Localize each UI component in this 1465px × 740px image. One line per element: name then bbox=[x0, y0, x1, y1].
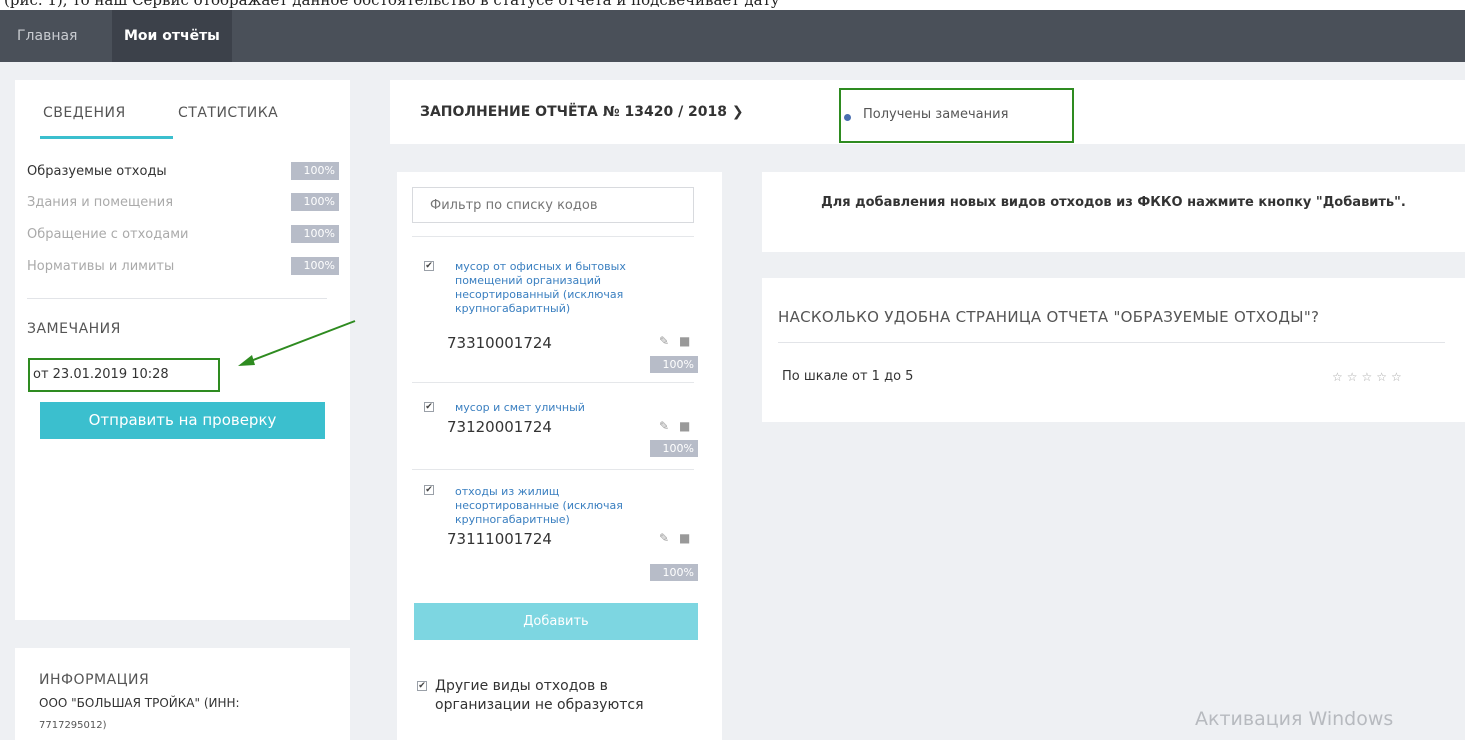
waste-name-link[interactable]: мусор от офисных и бытовых помещений орг… bbox=[455, 260, 655, 316]
organization-inn: 7717295012) bbox=[39, 720, 107, 731]
trash-icon[interactable]: ■ bbox=[679, 334, 690, 348]
waste-name-link[interactable]: мусор и смет уличный bbox=[455, 401, 655, 415]
trash-icon[interactable]: ■ bbox=[679, 419, 690, 433]
top-navbar: Главная Мои отчёты bbox=[0, 10, 1465, 62]
section-generated-waste[interactable]: Образуемые отходы 100% bbox=[27, 162, 339, 182]
add-hint-text: Для добавления новых видов отходов из ФК… bbox=[821, 195, 1406, 210]
section-label: Образуемые отходы bbox=[27, 164, 167, 179]
progress-badge: 100% bbox=[650, 564, 698, 581]
document-caption-strip: (рис. 1), то наш Сервис отображает данно… bbox=[0, 0, 1465, 10]
report-header: ЗАПОЛНЕНИЕ ОТЧЁТА № 13420 / 2018 ❯ Получ… bbox=[390, 80, 1465, 144]
progress-badge: 100% bbox=[291, 162, 339, 180]
trash-icon[interactable]: ■ bbox=[679, 531, 690, 545]
annotation-arrow bbox=[238, 320, 356, 366]
active-tab-indicator bbox=[40, 136, 173, 139]
survey-question: НАСКОЛЬКО УДОБНА СТРАНИЦА ОТЧЕТА "ОБРАЗУ… bbox=[778, 308, 1320, 326]
document-caption: (рис. 1), то наш Сервис отображает данно… bbox=[4, 0, 780, 9]
waste-code: 73310001724 bbox=[447, 334, 552, 352]
pencil-icon[interactable]: ✎ bbox=[659, 334, 669, 348]
star-rating[interactable]: ☆☆☆☆☆ bbox=[1332, 370, 1406, 384]
progress-badge: 100% bbox=[291, 257, 339, 275]
progress-badge: 100% bbox=[291, 193, 339, 211]
other-waste-label: Другие виды отходов в организации не обр… bbox=[435, 678, 644, 713]
divider bbox=[412, 469, 694, 470]
tab-info[interactable]: СВЕДЕНИЯ bbox=[43, 105, 126, 121]
pencil-icon[interactable]: ✎ bbox=[659, 531, 669, 545]
survey-scale-label: По шкале от 1 до 5 bbox=[782, 369, 914, 384]
divider bbox=[412, 236, 694, 237]
item-checkbox[interactable]: ✔ bbox=[424, 485, 434, 495]
waste-code: 73111001724 bbox=[447, 530, 552, 548]
progress-badge: 100% bbox=[291, 225, 339, 243]
progress-badge: 100% bbox=[650, 356, 698, 373]
section-label: Нормативы и лимиты bbox=[27, 259, 175, 274]
code-filter-input[interactable] bbox=[412, 187, 694, 223]
section-waste-handling[interactable]: Обращение с отходами 100% bbox=[27, 225, 339, 245]
nav-my-reports[interactable]: Мои отчёты bbox=[112, 10, 232, 62]
waste-code: 73120001724 bbox=[447, 418, 552, 436]
section-label: Здания и помещения bbox=[27, 195, 174, 210]
progress-badge: 100% bbox=[650, 440, 698, 457]
status-dot-icon bbox=[844, 114, 851, 121]
chevron-down-icon: ❯ bbox=[731, 104, 744, 120]
section-buildings[interactable]: Здания и помещения 100% bbox=[27, 193, 339, 213]
nav-home[interactable]: Главная bbox=[8, 10, 86, 62]
section-norms-limits[interactable]: Нормативы и лимиты 100% bbox=[27, 257, 339, 277]
waste-codes-panel: ✔ мусор от офисных и бытовых помещений о… bbox=[397, 172, 722, 740]
divider bbox=[412, 382, 694, 383]
send-for-review-button[interactable]: Отправить на проверку bbox=[40, 402, 325, 439]
tab-statistics[interactable]: СТАТИСТИКА bbox=[178, 105, 278, 121]
item-checkbox[interactable]: ✔ bbox=[424, 261, 434, 271]
info-panel: ИНФОРМАЦИЯ ООО "БОЛЬШАЯ ТРОЙКА" (ИНН: 77… bbox=[15, 648, 350, 740]
item-checkbox[interactable]: ✔ bbox=[424, 402, 434, 412]
add-button[interactable]: Добавить bbox=[414, 603, 698, 640]
remarks-title: ЗАМЕЧАНИЯ bbox=[27, 321, 121, 337]
report-title: ЗАПОЛНЕНИЕ ОТЧЁТА № 13420 / 2018 bbox=[420, 104, 728, 120]
waste-name-link[interactable]: отходы из жилищ несортированные (исключа… bbox=[455, 485, 655, 527]
hint-panel: Для добавления новых видов отходов из ФК… bbox=[762, 172, 1465, 252]
pencil-icon[interactable]: ✎ bbox=[659, 419, 669, 433]
report-status: Получены замечания bbox=[863, 107, 1009, 122]
divider bbox=[778, 342, 1445, 343]
divider bbox=[27, 298, 327, 299]
section-label: Обращение с отходами bbox=[27, 227, 189, 242]
remark-date-link[interactable]: от 23.01.2019 10:28 bbox=[28, 358, 220, 392]
windows-activation-watermark: Активация Windows bbox=[1195, 708, 1394, 730]
other-waste-checkbox[interactable]: ✔ bbox=[417, 681, 427, 691]
organization-name: ООО "БОЛЬШАЯ ТРОЙКА" (ИНН: bbox=[39, 696, 240, 710]
survey-panel: НАСКОЛЬКО УДОБНА СТРАНИЦА ОТЧЕТА "ОБРАЗУ… bbox=[762, 278, 1465, 422]
report-title-dropdown[interactable]: ЗАПОЛНЕНИЕ ОТЧЁТА № 13420 / 2018 ❯ bbox=[420, 104, 744, 120]
info-title: ИНФОРМАЦИЯ bbox=[39, 672, 150, 688]
status-highlight: Получены замечания bbox=[839, 88, 1074, 143]
